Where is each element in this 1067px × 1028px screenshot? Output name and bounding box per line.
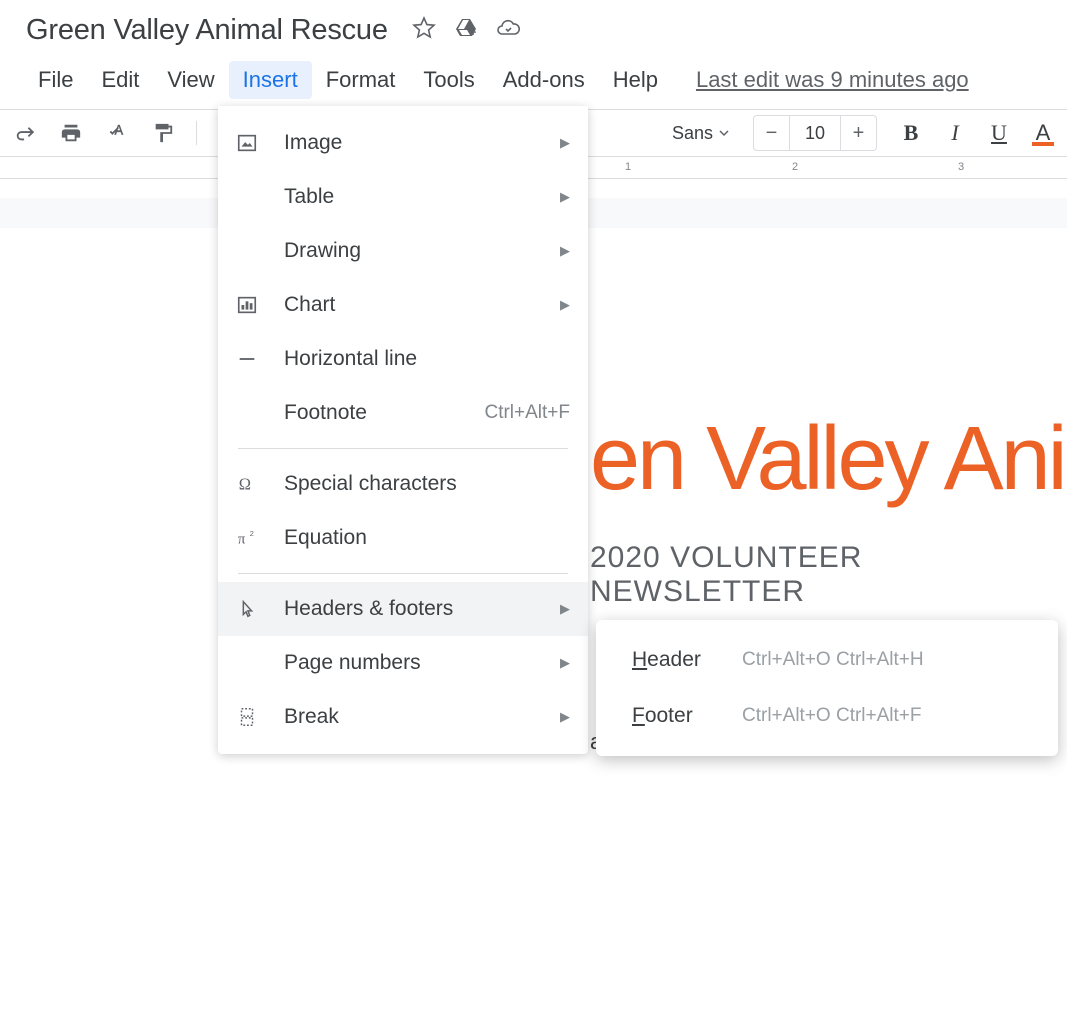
- menu-insert[interactable]: Insert: [229, 61, 312, 99]
- submenu-arrow-icon: ▶: [560, 189, 570, 205]
- svg-text:+: +: [470, 27, 476, 39]
- ruler-mark: 1: [625, 161, 631, 173]
- separator: [238, 448, 568, 449]
- font-size-increase[interactable]: +: [840, 116, 876, 150]
- sm-shortcut: Ctrl+Alt+O Ctrl+Alt+H: [742, 649, 924, 671]
- insert-break[interactable]: Break ▶: [218, 690, 588, 744]
- menu-view[interactable]: View: [153, 61, 228, 99]
- font-size-decrease[interactable]: −: [754, 116, 790, 150]
- chevron-down-icon: [719, 128, 729, 138]
- text-color-button[interactable]: A: [1025, 115, 1061, 151]
- cursor-icon: [236, 598, 284, 620]
- pi-icon: π2: [236, 527, 284, 549]
- submenu-arrow-icon: ▶: [560, 243, 570, 259]
- submenu-arrow-icon: ▶: [560, 297, 570, 313]
- menu-edit[interactable]: Edit: [87, 61, 153, 99]
- dd-label: Page numbers: [284, 651, 552, 675]
- dd-label: Image: [284, 131, 552, 155]
- insert-page-numbers[interactable]: Page numbers ▶: [218, 636, 588, 690]
- drive-icon[interactable]: +: [454, 16, 478, 45]
- separator: [196, 121, 197, 145]
- insert-image[interactable]: Image ▶: [218, 116, 588, 170]
- sm-label: Header: [632, 648, 742, 672]
- submenu-arrow-icon: ▶: [560, 655, 570, 671]
- insert-dropdown: Image ▶ Table ▶ Drawing ▶ Chart ▶ Horizo…: [218, 106, 588, 754]
- doc-subheading[interactable]: 2020 VOLUNTEER NEWSLETTER: [590, 541, 1067, 609]
- italic-button[interactable]: I: [937, 115, 973, 151]
- hline-icon: [236, 348, 284, 370]
- font-name-label: Sans: [672, 123, 713, 144]
- font-size-value[interactable]: 10: [790, 123, 840, 144]
- headers-footers-submenu: Header Ctrl+Alt+O Ctrl+Alt+H Footer Ctrl…: [596, 620, 1058, 756]
- insert-special-characters[interactable]: Ω Special characters: [218, 457, 588, 511]
- insert-equation[interactable]: π2 Equation: [218, 511, 588, 565]
- spellcheck-button[interactable]: [98, 114, 136, 152]
- menu-addons[interactable]: Add-ons: [489, 61, 599, 99]
- insert-table[interactable]: Table ▶: [218, 170, 588, 224]
- dd-label: Footnote: [284, 401, 484, 425]
- font-family-select[interactable]: Sans: [664, 123, 737, 144]
- font-size-group: − 10 +: [753, 115, 877, 151]
- dd-label: Break: [284, 705, 552, 729]
- menu-format[interactable]: Format: [312, 61, 410, 99]
- dd-label: Table: [284, 185, 552, 209]
- menu-help[interactable]: Help: [599, 61, 672, 99]
- dd-label: Horizontal line: [284, 347, 570, 371]
- sm-label: Footer: [632, 704, 742, 728]
- dd-label: Headers & footers: [284, 597, 552, 621]
- dd-label: Chart: [284, 293, 552, 317]
- submenu-arrow-icon: ▶: [560, 601, 570, 617]
- separator: [238, 573, 568, 574]
- dd-shortcut: Ctrl+Alt+F: [484, 402, 570, 424]
- menu-file[interactable]: File: [24, 61, 87, 99]
- sm-shortcut: Ctrl+Alt+O Ctrl+Alt+F: [742, 705, 922, 727]
- print-button[interactable]: [52, 114, 90, 152]
- omega-icon: Ω: [236, 473, 284, 495]
- underline-button[interactable]: U: [981, 115, 1017, 151]
- dd-label: Drawing: [284, 239, 552, 263]
- ruler-mark: 2: [792, 161, 798, 173]
- paint-format-button[interactable]: [144, 114, 182, 152]
- submenu-header[interactable]: Header Ctrl+Alt+O Ctrl+Alt+H: [596, 632, 1058, 688]
- insert-drawing[interactable]: Drawing ▶: [218, 224, 588, 278]
- star-icon[interactable]: [412, 16, 436, 45]
- svg-text:π: π: [238, 532, 246, 548]
- submenu-arrow-icon: ▶: [560, 135, 570, 151]
- insert-horizontal-line[interactable]: Horizontal line: [218, 332, 588, 386]
- doc-heading[interactable]: en Valley Ani: [590, 408, 1067, 511]
- svg-text:Ω: Ω: [239, 475, 251, 494]
- image-icon: [236, 132, 284, 154]
- title-icons: +: [412, 16, 520, 45]
- chart-icon: [236, 294, 284, 316]
- titlebar: Green Valley Animal Rescue +: [0, 0, 1067, 53]
- insert-headers-footers[interactable]: Headers & footers ▶: [218, 582, 588, 636]
- dd-label: Special characters: [284, 472, 570, 496]
- redo-button[interactable]: [6, 114, 44, 152]
- insert-footnote[interactable]: Footnote Ctrl+Alt+F: [218, 386, 588, 440]
- bold-button[interactable]: B: [893, 115, 929, 151]
- submenu-footer[interactable]: Footer Ctrl+Alt+O Ctrl+Alt+F: [596, 688, 1058, 744]
- break-icon: [236, 706, 284, 728]
- menu-tools[interactable]: Tools: [409, 61, 488, 99]
- insert-chart[interactable]: Chart ▶: [218, 278, 588, 332]
- dd-label: Equation: [284, 526, 570, 550]
- last-edit-link[interactable]: Last edit was 9 minutes ago: [696, 67, 969, 93]
- submenu-arrow-icon: ▶: [560, 709, 570, 725]
- svg-text:2: 2: [250, 529, 254, 538]
- ruler-mark: 3: [958, 161, 964, 173]
- menubar: File Edit View Insert Format Tools Add-o…: [0, 53, 1067, 109]
- document-title[interactable]: Green Valley Animal Rescue: [26, 14, 388, 47]
- cloud-icon[interactable]: [496, 16, 520, 45]
